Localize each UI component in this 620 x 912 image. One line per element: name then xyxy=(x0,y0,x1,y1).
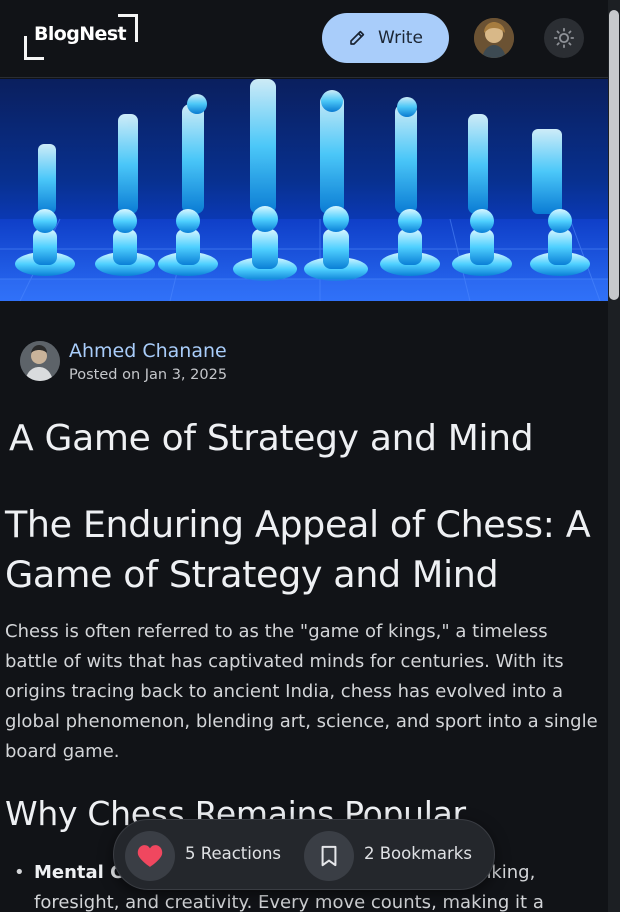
chess-pieces-illustration xyxy=(0,79,608,301)
scrollbar-thumb[interactable] xyxy=(609,10,619,300)
bookmark-icon xyxy=(321,845,337,867)
reactions-bar: 5 Reactions 2 Bookmarks xyxy=(113,819,495,890)
reactions-count: 5 Reactions xyxy=(185,844,282,863)
heart-icon xyxy=(137,845,163,867)
page-scrollbar[interactable] xyxy=(608,0,620,912)
write-button-label: Write xyxy=(378,28,423,48)
pencil-icon xyxy=(350,30,365,45)
reaction-button[interactable] xyxy=(125,831,175,881)
logo-text: BlogNest xyxy=(34,23,127,45)
blognest-logo[interactable]: BlogNest xyxy=(22,14,138,60)
bookmark-button[interactable] xyxy=(304,831,354,881)
posted-date: Posted on Jan 3, 2025 xyxy=(69,367,228,383)
article-intro-paragraph: Chess is often referred to as the "game … xyxy=(5,621,598,762)
article-heading: The Enduring Appeal of Chess: A Game of … xyxy=(5,503,591,596)
user-avatar-image xyxy=(474,18,514,58)
article-cover-image xyxy=(0,79,608,301)
author-name-link[interactable]: Ahmed Chanane xyxy=(69,340,227,362)
bookmarks-count: 2 Bookmarks xyxy=(364,844,472,863)
sun-icon xyxy=(553,27,575,49)
user-avatar[interactable] xyxy=(474,18,514,58)
author-avatar[interactable] xyxy=(20,341,60,381)
author-avatar-image xyxy=(20,341,60,381)
list-bullet: • xyxy=(14,862,25,883)
top-navbar: BlogNest Write xyxy=(0,0,608,78)
theme-toggle-button[interactable] xyxy=(544,18,584,58)
article-title: A Game of Strategy and Mind xyxy=(9,418,534,459)
write-button[interactable]: Write xyxy=(322,13,449,63)
